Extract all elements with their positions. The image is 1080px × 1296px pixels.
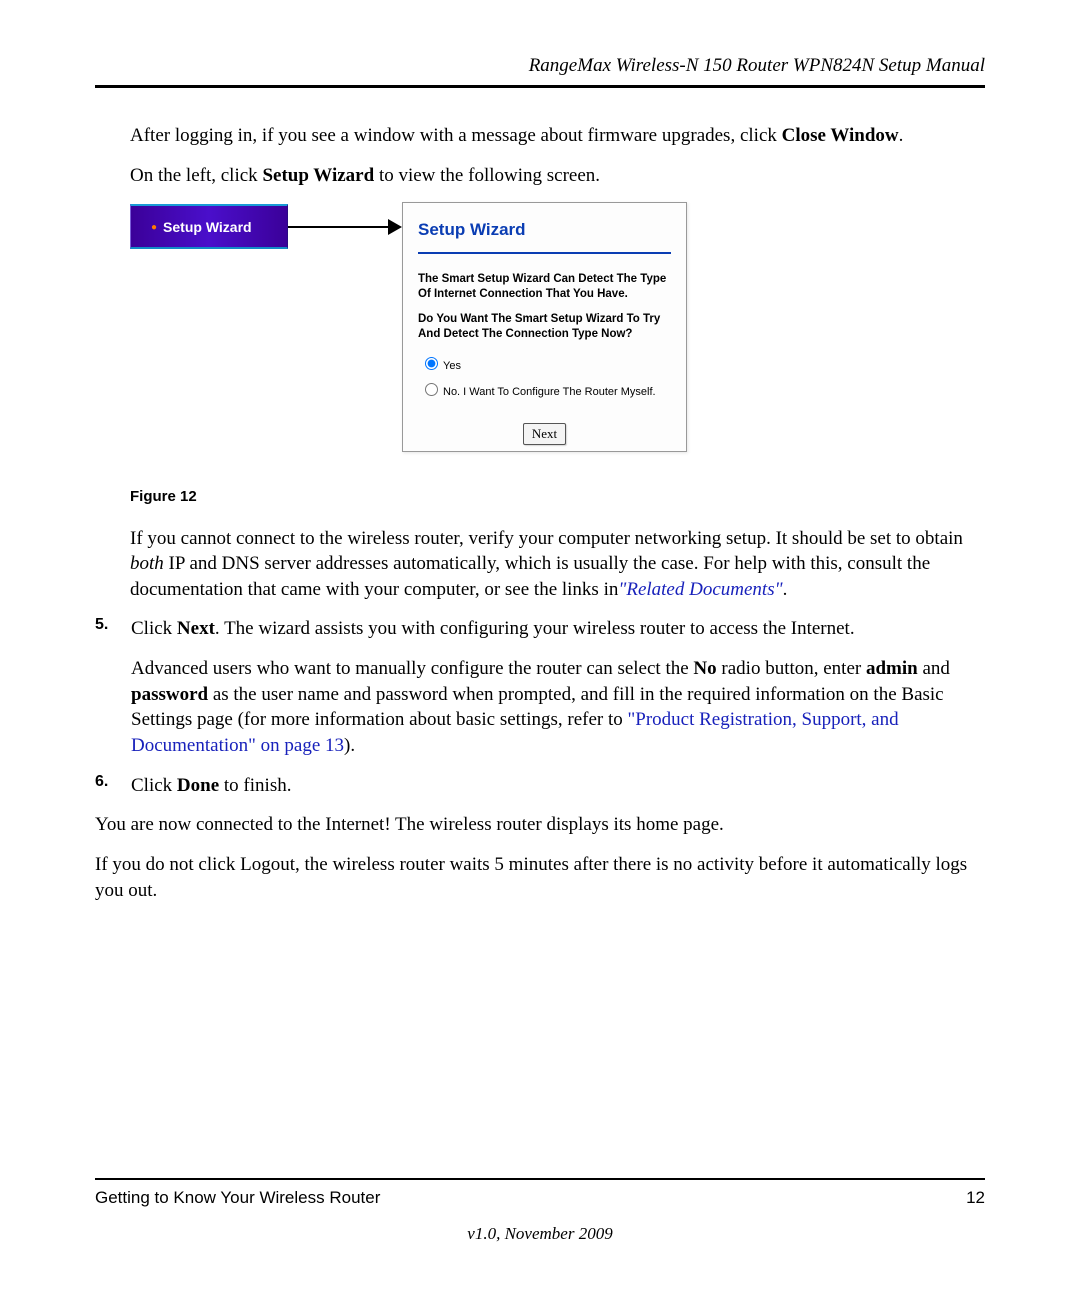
paragraph-setup-wizard: On the left, click Setup Wizard to view … (130, 163, 985, 189)
italic-text: both (130, 553, 164, 574)
text: to view the following screen. (374, 165, 600, 186)
radio-no-row[interactable]: No. I Want To Configure The Router Mysel… (403, 374, 686, 400)
page-footer: Getting to Know Your Wireless Router 12 … (95, 1178, 985, 1244)
header-rule (95, 85, 985, 88)
bold-text: No (693, 658, 716, 679)
wizard-desc-2: Do You Want The Smart Setup Wizard To Tr… (418, 312, 671, 342)
step-6-text: Click Done to finish. (131, 773, 985, 799)
next-button[interactable]: Next (523, 423, 566, 445)
setup-wizard-panel: Setup Wizard The Smart Setup Wizard Can … (402, 202, 687, 452)
bold-text: Next (177, 618, 215, 639)
bold-text: password (131, 684, 208, 705)
bold-text: admin (866, 658, 918, 679)
text: On the left, click (130, 165, 262, 186)
menu-label: Setup Wizard (163, 219, 252, 235)
text: ). (344, 735, 355, 756)
header-title: RangeMax Wireless-N 150 Router WPN824N S… (95, 55, 985, 85)
bullet-icon: ● (151, 222, 157, 233)
text: to finish. (219, 775, 291, 796)
paragraph-logout: If you do not click Logout, the wireless… (95, 852, 985, 903)
text: Click (131, 775, 177, 796)
text: and (918, 658, 950, 679)
figure-caption: Figure 12 (130, 487, 985, 507)
bold-text: Close Window (782, 125, 899, 146)
step-5-advanced: Advanced users who want to manually conf… (131, 656, 985, 759)
arrow-line (288, 226, 392, 228)
paragraph-connected: You are now connected to the Internet! T… (95, 812, 985, 838)
radio-yes-label: Yes (443, 360, 461, 372)
footer-page-number: 12 (966, 1188, 985, 1208)
footer-version: v1.0, November 2009 (95, 1224, 985, 1244)
radio-no-label: No. I Want To Configure The Router Mysel… (443, 386, 656, 398)
bold-text: Setup Wizard (262, 165, 374, 186)
text: IP and DNS server addresses automaticall… (130, 553, 930, 600)
step-5-text: Click Next. The wizard assists you with … (131, 616, 985, 642)
text: Advanced users who want to manually conf… (131, 658, 693, 679)
footer-section: Getting to Know Your Wireless Router (95, 1188, 380, 1208)
bold-text: Done (177, 775, 219, 796)
paragraph-firmware: After logging in, if you see a window wi… (130, 123, 985, 149)
text: . (783, 579, 788, 600)
text: After logging in, if you see a window wi… (130, 125, 782, 146)
link-related-documents[interactable]: "Related Documents" (618, 579, 782, 600)
arrow-head-icon (388, 219, 402, 235)
footer-rule (95, 1178, 985, 1180)
wizard-panel-title: Setup Wizard (403, 203, 686, 252)
radio-yes[interactable] (425, 357, 438, 370)
setup-wizard-menu-item[interactable]: ● Setup Wizard (130, 204, 288, 249)
text: Click (131, 618, 177, 639)
wizard-divider (418, 252, 671, 254)
radio-yes-row[interactable]: Yes (403, 352, 686, 374)
text: If you cannot connect to the wireless ro… (130, 528, 963, 549)
text: . The wizard assists you with configurin… (215, 618, 855, 639)
text: radio button, enter (717, 658, 866, 679)
text: . (899, 125, 904, 146)
wizard-desc-1: The Smart Setup Wizard Can Detect The Ty… (418, 272, 671, 302)
step-number-5: 5. (95, 616, 131, 758)
figure-12: ● Setup Wizard Setup Wizard The Smart Set… (130, 202, 985, 457)
step-number-6: 6. (95, 773, 131, 799)
paragraph-cannot-connect: If you cannot connect to the wireless ro… (130, 526, 985, 603)
radio-no[interactable] (425, 383, 438, 396)
